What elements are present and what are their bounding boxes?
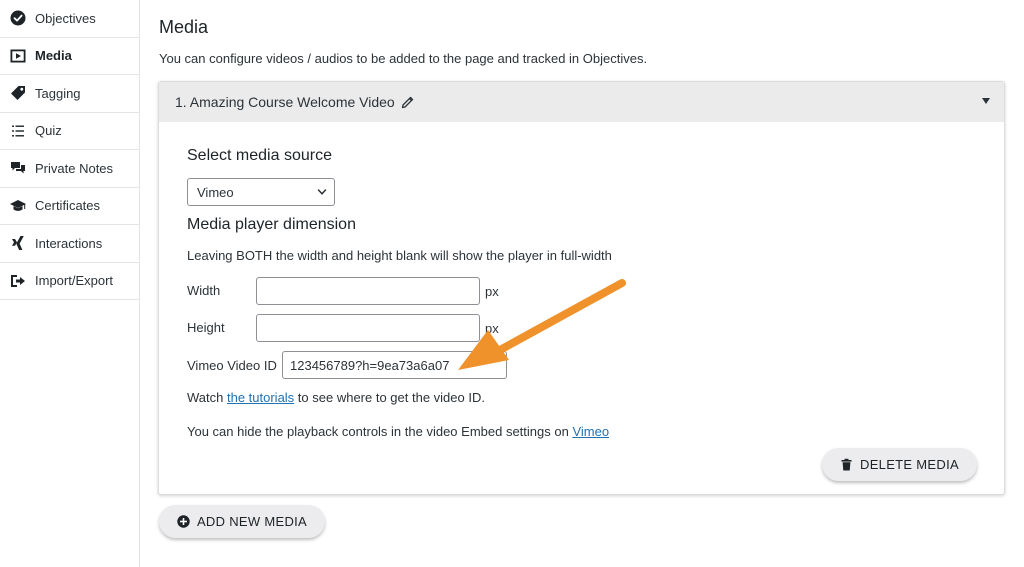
add-new-media-button[interactable]: ADD NEW MEDIA bbox=[159, 505, 325, 538]
media-source-select[interactable]: Vimeo bbox=[187, 178, 335, 206]
tutorials-link[interactable]: the tutorials bbox=[227, 390, 294, 405]
height-unit: px bbox=[485, 321, 499, 336]
video-id-input[interactable]: 123456789?h=9ea73a6a07 bbox=[282, 351, 507, 379]
sidebar-item-label: Quiz bbox=[35, 123, 62, 139]
sidebar-item-objectives[interactable]: Objectives bbox=[0, 0, 139, 38]
hide-controls-hint: You can hide the playback controls in th… bbox=[187, 424, 609, 439]
sidebar-item-private-notes[interactable]: Private Notes bbox=[0, 150, 139, 188]
sidebar-item-label: Interactions bbox=[35, 235, 103, 251]
height-input[interactable] bbox=[256, 314, 480, 342]
sidebar: Objectives Media Tagging Quiz Private No… bbox=[0, 0, 140, 567]
width-input[interactable] bbox=[256, 277, 480, 305]
list-icon bbox=[9, 122, 27, 140]
sidebar-item-certificates[interactable]: Certificates bbox=[0, 188, 139, 225]
media-source-value: Vimeo bbox=[197, 184, 234, 200]
sidebar-item-media[interactable]: Media bbox=[0, 38, 139, 75]
player-dimension-title: Media player dimension bbox=[187, 216, 356, 233]
delete-media-label: DELETE MEDIA bbox=[860, 457, 959, 472]
plus-circle-icon bbox=[177, 515, 190, 528]
main-content: Media You can configure videos / audios … bbox=[140, 0, 1024, 567]
dimension-hint: Leaving BOTH the width and height blank … bbox=[187, 248, 612, 263]
comments-icon bbox=[9, 159, 27, 177]
sidebar-item-label: Media bbox=[35, 48, 72, 64]
page-title: Media bbox=[159, 17, 209, 37]
sidebar-item-quiz[interactable]: Quiz bbox=[0, 113, 139, 150]
sidebar-item-tagging[interactable]: Tagging bbox=[0, 75, 139, 113]
tutorials-hint-suffix: to see where to get the video ID. bbox=[294, 390, 485, 405]
sidebar-item-label: Private Notes bbox=[35, 160, 114, 176]
video-id-label: Vimeo Video ID bbox=[187, 358, 277, 373]
sidebar-item-label: Certificates bbox=[35, 198, 101, 214]
media-source-title: Select media source bbox=[187, 147, 332, 164]
sidebar-item-import-export[interactable]: Import/Export bbox=[0, 263, 139, 300]
add-new-media-label: ADD NEW MEDIA bbox=[196, 514, 308, 529]
sidebar-item-label: Import/Export bbox=[35, 273, 114, 289]
video-play-icon bbox=[9, 47, 27, 65]
media-panel-header[interactable]: 1. Amazing Course Welcome Video bbox=[159, 82, 1004, 122]
chevron-down-icon bbox=[317, 189, 327, 195]
media-title: 1. Amazing Course Welcome Video bbox=[175, 94, 395, 110]
hide-controls-prefix: You can hide the playback controls in th… bbox=[187, 424, 573, 439]
check-circle-icon bbox=[9, 9, 27, 27]
tag-icon bbox=[9, 84, 27, 102]
delete-media-button[interactable]: DELETE MEDIA bbox=[822, 448, 977, 481]
media-panel: 1. Amazing Course Welcome Video Select m… bbox=[158, 81, 1005, 495]
vimeo-link[interactable]: Vimeo bbox=[572, 424, 609, 439]
sign-out-icon bbox=[9, 272, 27, 290]
width-label: Width bbox=[187, 283, 221, 298]
sidebar-item-label: Objectives bbox=[35, 10, 96, 26]
sidebar-item-interactions[interactable]: Interactions bbox=[0, 225, 139, 263]
tutorials-hint-prefix: Watch bbox=[187, 390, 227, 405]
trash-icon bbox=[840, 458, 853, 471]
caret-down-icon[interactable] bbox=[982, 98, 990, 104]
tutorials-hint: Watch the tutorials to see where to get … bbox=[187, 390, 485, 405]
sidebar-item-label: Tagging bbox=[35, 85, 81, 101]
page-description: You can configure videos / audios to be … bbox=[159, 51, 648, 66]
height-label: Height bbox=[187, 320, 225, 335]
graduation-cap-icon bbox=[9, 197, 27, 215]
xing-icon bbox=[9, 234, 27, 252]
width-unit: px bbox=[485, 284, 499, 299]
pencil-icon[interactable] bbox=[401, 95, 415, 109]
